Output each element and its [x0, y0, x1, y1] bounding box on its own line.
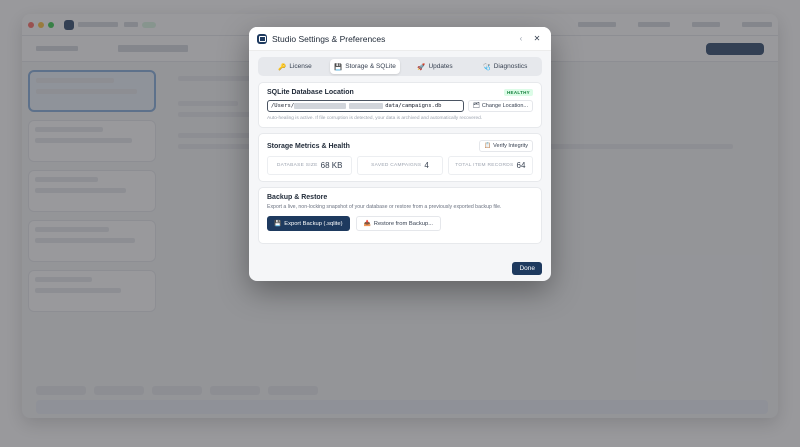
tab-label: License	[289, 63, 312, 70]
settings-modal: Studio Settings & Preferences ‹ ✕ 🔑 Lice…	[249, 27, 551, 281]
modal-header: Studio Settings & Preferences ‹ ✕	[249, 27, 551, 51]
section-title: Storage Metrics & Health	[267, 142, 350, 150]
redacted-path-segment	[349, 103, 384, 109]
change-location-button[interactable]: 🗂 Change Location...	[467, 100, 533, 112]
clipboard-check-icon: 📋	[484, 143, 492, 149]
stethoscope-icon: 🩺	[482, 63, 491, 71]
auto-heal-hint: Auto-healing is active. If file corrupti…	[267, 116, 483, 121]
backup-restore-section: Backup & Restore Export a live, non-lock…	[258, 187, 542, 244]
tab-label: Diagnostics	[493, 63, 528, 70]
restore-backup-button[interactable]: 📥 Restore from Backup...	[355, 216, 442, 232]
rocket-icon: 🚀	[417, 63, 426, 71]
storage-metrics-section: Storage Metrics & Health 📋 Verify Integr…	[258, 133, 542, 182]
floppy-disk-icon: 💾	[274, 220, 282, 227]
db-path-prefix: /Users/	[271, 103, 295, 109]
db-path-suffix: data/campaigns.db	[385, 103, 442, 109]
verify-integrity-button[interactable]: 📋 Verify Integrity	[479, 140, 533, 152]
metric-saved-campaigns: SAVED CAMPAIGNS 4	[357, 156, 443, 175]
settings-tabs: 🔑 License 💾 Storage & SQLite 🚀 Updates 🩺…	[258, 57, 542, 76]
section-title: SQLite Database Location	[267, 89, 354, 96]
tab-updates[interactable]: 🚀 Updates	[400, 59, 470, 74]
collapse-icon[interactable]: ‹	[515, 34, 527, 43]
status-badge: HEALTHY	[503, 89, 533, 96]
db-location-section: SQLite Database Location HEALTHY /Users/…	[258, 82, 542, 128]
section-title: Backup & Restore	[267, 194, 328, 201]
modal-title: Studio Settings & Preferences	[272, 33, 386, 44]
tab-diagnostics[interactable]: 🩺 Diagnostics	[470, 59, 540, 74]
tab-license[interactable]: 🔑 License	[260, 59, 330, 74]
tab-label: Storage & SQLite	[345, 63, 396, 70]
metric-database-size: DATABASE SIZE 68 KB	[267, 156, 353, 175]
redacted-path-segment	[294, 103, 347, 109]
folder-icon: 🗂	[472, 103, 480, 109]
done-button[interactable]: Done	[512, 262, 542, 275]
metric-total-item-records: TOTAL ITEM RECORDS 64	[447, 156, 533, 175]
close-icon[interactable]: ✕	[531, 34, 543, 43]
backup-description: Export a live, non-locking snapshot of y…	[267, 204, 502, 210]
tab-storage-sqlite[interactable]: 💾 Storage & SQLite	[330, 59, 400, 74]
settings-app-icon	[257, 33, 267, 44]
floppy-disk-icon: 💾	[334, 63, 343, 71]
tab-label: Updates	[428, 63, 453, 70]
inbox-tray-icon: 📥	[363, 220, 371, 227]
export-backup-button[interactable]: 💾 Export Backup (.sqlite)	[267, 216, 350, 232]
modal-footer: Done	[512, 262, 542, 275]
key-icon: 🔑	[278, 63, 287, 71]
db-path-field[interactable]: /Users/ data/campaigns.db	[267, 100, 464, 112]
